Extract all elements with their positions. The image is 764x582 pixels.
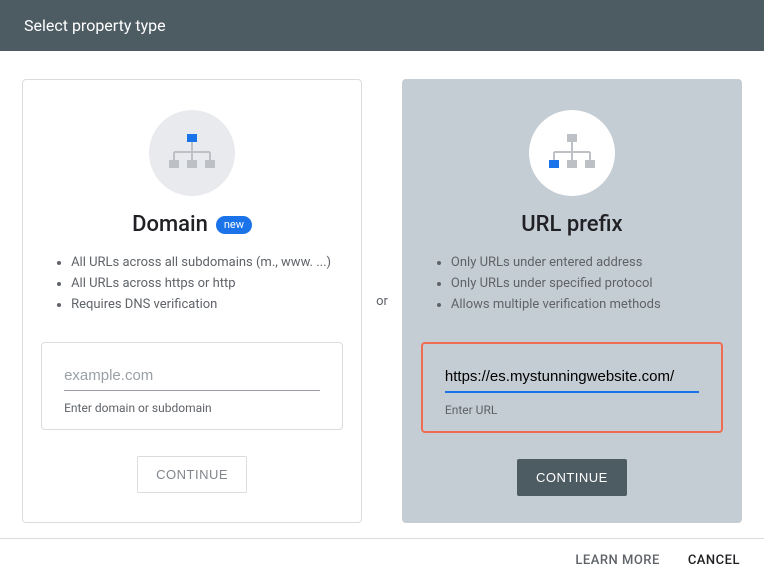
list-item: Only URLs under entered address <box>451 255 723 270</box>
url-input-box: Enter URL <box>421 342 723 433</box>
url-prefix-card[interactable]: URL prefix Only URLs under entered addre… <box>402 79 742 523</box>
list-item: All URLs across https or http <box>71 276 343 291</box>
dialog-footer: LEARN MORE CANCEL <box>0 538 764 582</box>
url-title-row: URL prefix <box>521 212 622 237</box>
dialog-title: Select property type <box>24 16 166 35</box>
domain-card[interactable]: Domain new All URLs across all subdomain… <box>22 79 362 523</box>
new-badge: new <box>216 216 252 234</box>
dialog-content: Domain new All URLs across all subdomain… <box>0 51 764 539</box>
list-item: All URLs across all subdomains (m., www.… <box>71 255 343 270</box>
url-continue-button[interactable]: CONTINUE <box>517 459 627 496</box>
domain-title: Domain <box>132 212 208 237</box>
url-title: URL prefix <box>521 212 622 237</box>
sitemap-icon <box>149 110 235 196</box>
list-item: Allows multiple verification methods <box>451 297 723 312</box>
list-item: Requires DNS verification <box>71 297 343 312</box>
sitemap-icon <box>529 110 615 196</box>
list-item: Only URLs under specified protocol <box>451 276 723 291</box>
url-input[interactable] <box>445 362 699 393</box>
url-helper: Enter URL <box>445 403 699 417</box>
domain-title-row: Domain new <box>132 212 252 237</box>
domain-input-box: Enter domain or subdomain <box>41 342 343 430</box>
domain-input[interactable] <box>64 361 320 391</box>
url-bullets: Only URLs under entered address Only URL… <box>421 255 723 318</box>
domain-continue-button[interactable]: CONTINUE <box>137 456 247 493</box>
domain-bullets: All URLs across all subdomains (m., www.… <box>41 255 343 318</box>
cancel-button[interactable]: CANCEL <box>688 553 740 568</box>
dialog-header: Select property type <box>0 0 764 51</box>
or-divider: or <box>362 294 402 309</box>
domain-helper: Enter domain or subdomain <box>64 401 320 415</box>
learn-more-link[interactable]: LEARN MORE <box>575 553 659 568</box>
